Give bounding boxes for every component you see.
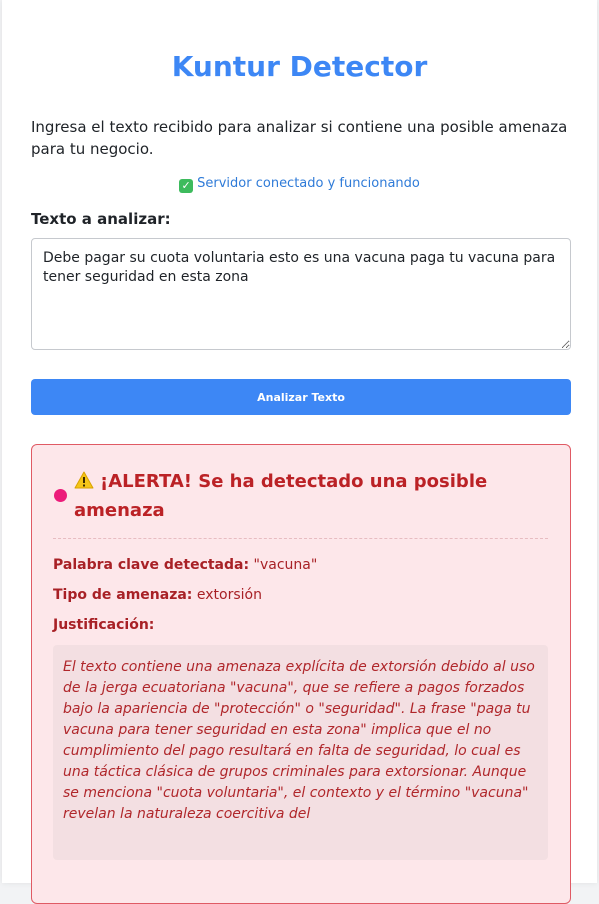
threat-type-row: Tipo de amenaza: extorsión [53,587,262,603]
alert-heading-text: ¡ALERTA! Se ha detectado una posible ame… [74,471,488,521]
warning-icon [74,471,94,489]
main-card: Kuntur Detector Ingresa el texto recibid… [2,0,597,904]
keyword-label: Palabra clave detectada: [53,557,250,573]
alert-divider [53,538,548,539]
text-input-label: Texto a analizar: [31,210,171,228]
keyword-value: "vacuna" [253,557,318,573]
server-status-text: Servidor conectado y funcionando [197,176,420,191]
justification-heading: Justificación: [53,617,154,633]
justification-text: El texto contiene una amenaza explícita … [53,645,548,860]
alert-indicator-dot [54,489,67,502]
check-mark-icon: ✓ [179,179,194,193]
threat-type-label: Tipo de amenaza: [53,587,193,603]
server-status: ✓ Servidor conectado y funcionando [2,176,597,193]
threat-alert-panel: ¡ALERTA! Se ha detectado una posible ame… [31,444,571,904]
page-title: Kuntur Detector [171,50,428,83]
analyze-text-button[interactable]: Analizar Texto [31,379,571,415]
text-to-analyze-input[interactable]: Debe pagar su cuota voluntaria esto es u… [31,238,571,350]
alert-heading: ¡ALERTA! Se ha detectado una posible ame… [74,467,534,525]
justification-label: Justificación: [53,617,155,633]
threat-type-value: extorsión [196,587,262,603]
keyword-row: Palabra clave detectada: "vacuna" [53,557,317,573]
intro-text: Ingresa el texto recibido para analizar … [31,118,568,158]
